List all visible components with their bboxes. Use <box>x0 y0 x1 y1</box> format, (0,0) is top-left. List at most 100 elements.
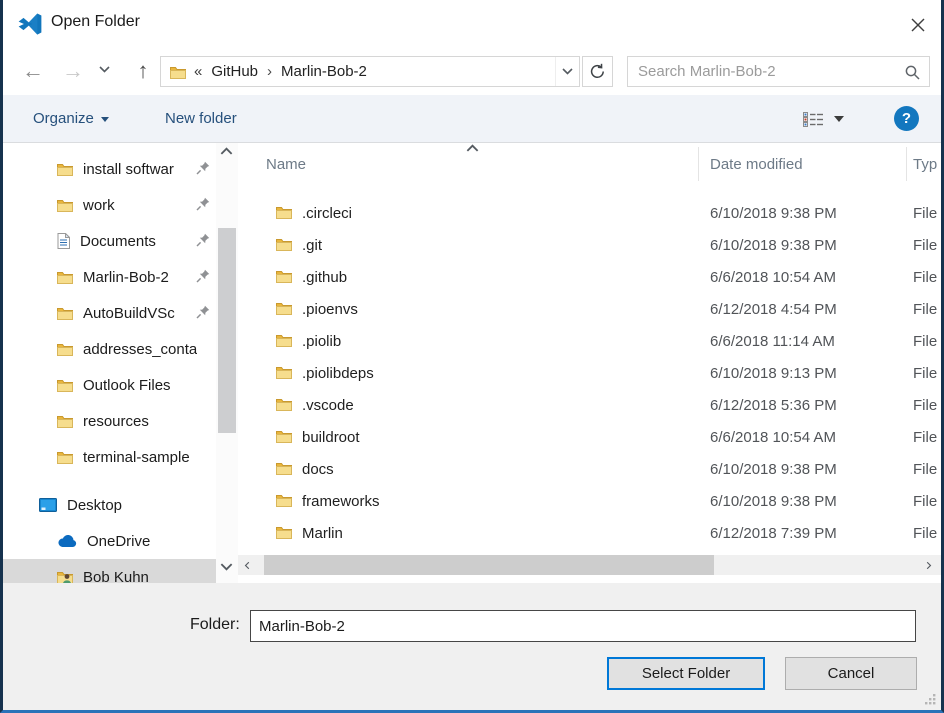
refresh-icon <box>589 63 606 80</box>
breadcrumb-separator: › <box>267 63 272 80</box>
file-row-pioenvs[interactable]: .pioenvs 6/12/2018 4:54 PM File <box>238 294 941 326</box>
file-row-vscode[interactable]: .vscode 6/12/2018 5:36 PM File <box>238 390 941 422</box>
scroll-down-icon[interactable] <box>220 563 233 571</box>
file-row-docs[interactable]: docs 6/10/2018 9:38 PM File <box>238 454 941 486</box>
breadcrumb-overflow[interactable]: « <box>194 63 202 80</box>
sidebar-item-outlook-files[interactable]: Outlook Files <box>3 367 216 403</box>
file-row-piolibdeps[interactable]: .piolibdeps 6/10/2018 9:13 PM File <box>238 358 941 390</box>
file-row-piolib[interactable]: .piolib 6/6/2018 11:14 AM File <box>238 326 941 358</box>
title-bar: Open Folder <box>3 0 941 48</box>
folder-icon <box>57 342 73 356</box>
sidebar-item-autobuildvsc[interactable]: AutoBuildVSc <box>3 295 216 331</box>
folder-icon <box>276 237 292 251</box>
chevron-down-icon <box>562 68 573 75</box>
change-view-button[interactable] <box>803 105 859 133</box>
forward-button[interactable]: → <box>59 54 87 88</box>
folder-name-input[interactable] <box>250 610 916 642</box>
scroll-left-icon[interactable] <box>242 562 253 570</box>
scroll-up-icon[interactable] <box>220 147 233 155</box>
folder-icon <box>276 525 292 539</box>
folder-icon <box>276 493 292 507</box>
sidebar-item-install-software[interactable]: install softwar <box>3 151 216 187</box>
user-folder-icon <box>57 570 73 583</box>
pin-icon <box>196 197 210 211</box>
caret-down-icon <box>101 117 109 122</box>
pin-icon <box>196 269 210 283</box>
pin-icon <box>196 305 210 319</box>
folder-icon <box>170 65 186 79</box>
folder-icon <box>276 461 292 475</box>
column-divider[interactable] <box>906 147 907 181</box>
folder-icon <box>57 306 73 320</box>
file-row-buildroot[interactable]: buildroot 6/6/2018 10:54 AM File <box>238 422 941 454</box>
folder-icon <box>276 365 292 379</box>
horizontal-scrollbar[interactable] <box>238 555 941 575</box>
folder-icon <box>276 333 292 347</box>
sidebar-item-resources[interactable]: resources <box>3 403 216 439</box>
refresh-button[interactable] <box>582 56 613 87</box>
sidebar-item-bob-kuhn[interactable]: Bob Kuhn <box>3 559 216 583</box>
dialog-content: install softwar work Documents <box>3 143 941 583</box>
navigation-bar: ← → ↑ « GitHub › Marlin-Bob-2 <box>3 48 941 95</box>
recent-locations-chevron-icon[interactable] <box>99 66 110 73</box>
column-divider[interactable] <box>698 147 699 181</box>
sidebar-item-work[interactable]: work <box>3 187 216 223</box>
folder-icon <box>276 205 292 219</box>
breadcrumb-item-github[interactable]: GitHub <box>211 63 258 80</box>
folder-icon <box>57 450 73 464</box>
address-bar[interactable]: « GitHub › Marlin-Bob-2 <box>160 56 580 87</box>
sidebar-item-terminal-sample[interactable]: terminal-sample <box>3 439 216 475</box>
select-folder-button[interactable]: Select Folder <box>607 657 765 690</box>
cancel-button[interactable]: Cancel <box>785 657 917 690</box>
file-row-circleci[interactable]: .circleci 6/10/2018 9:38 PM File <box>238 198 941 230</box>
folder-icon <box>57 162 73 176</box>
onedrive-cloud-icon <box>57 535 77 548</box>
new-folder-button[interactable]: New folder <box>165 95 237 142</box>
sidebar-item-documents[interactable]: Documents <box>3 223 216 259</box>
search-input[interactable] <box>628 57 898 86</box>
file-row-github[interactable]: .github 6/6/2018 10:54 AM File <box>238 262 941 294</box>
sidebar-item-addresses-contacts[interactable]: addresses_conta <box>3 331 216 367</box>
sidebar-item-desktop[interactable]: Desktop <box>3 487 216 523</box>
new-folder-label: New folder <box>165 110 237 127</box>
scrollbar-thumb[interactable] <box>264 555 714 575</box>
folder-icon <box>276 301 292 315</box>
pin-icon <box>196 161 210 175</box>
column-headers: Name Date modified Typ <box>238 143 941 185</box>
folder-icon <box>57 270 73 284</box>
sidebar-item-onedrive[interactable]: OneDrive <box>3 523 216 559</box>
folder-icon <box>276 397 292 411</box>
file-row-marlin[interactable]: Marlin 6/12/2018 7:39 PM File <box>238 518 941 550</box>
window-title: Open Folder <box>51 13 140 31</box>
details-view-icon <box>803 111 824 128</box>
documents-icon <box>57 233 70 249</box>
up-button[interactable]: ↑ <box>129 54 157 88</box>
sidebar-item-marlin-bob-2[interactable]: Marlin-Bob-2 <box>3 259 216 295</box>
column-header-name[interactable]: Name <box>266 156 306 173</box>
search-box <box>627 56 930 87</box>
desktop-icon <box>39 498 57 513</box>
breadcrumb-item-marlin-bob-2[interactable]: Marlin-Bob-2 <box>281 63 367 80</box>
resize-grip[interactable] <box>923 692 937 706</box>
dialog-footer: Folder: Select Folder Cancel <box>3 583 941 710</box>
organize-button[interactable]: Organize <box>33 95 109 142</box>
address-dropdown-button[interactable] <box>555 57 579 86</box>
close-button[interactable] <box>903 10 933 40</box>
file-rows: .circleci 6/10/2018 9:38 PM File .git 6/… <box>238 198 941 550</box>
caret-down-icon <box>834 116 844 122</box>
file-row-git[interactable]: .git 6/10/2018 9:38 PM File <box>238 230 941 262</box>
scroll-right-icon[interactable] <box>924 562 935 570</box>
search-icon[interactable] <box>904 64 921 81</box>
help-button[interactable]: ? <box>894 106 919 131</box>
help-question-icon: ? <box>902 110 911 127</box>
scrollbar-thumb[interactable] <box>218 228 236 433</box>
navigation-pane: install softwar work Documents <box>3 143 216 583</box>
column-header-date-modified[interactable]: Date modified <box>710 156 803 173</box>
column-header-type[interactable]: Typ <box>913 156 937 173</box>
folder-field-label: Folder: <box>190 616 240 634</box>
organize-label: Organize <box>33 110 94 127</box>
back-button[interactable]: ← <box>19 54 47 88</box>
folder-icon <box>276 429 292 443</box>
file-row-frameworks[interactable]: frameworks 6/10/2018 9:38 PM File <box>238 486 941 518</box>
sidebar-scrollbar[interactable] <box>216 143 238 583</box>
